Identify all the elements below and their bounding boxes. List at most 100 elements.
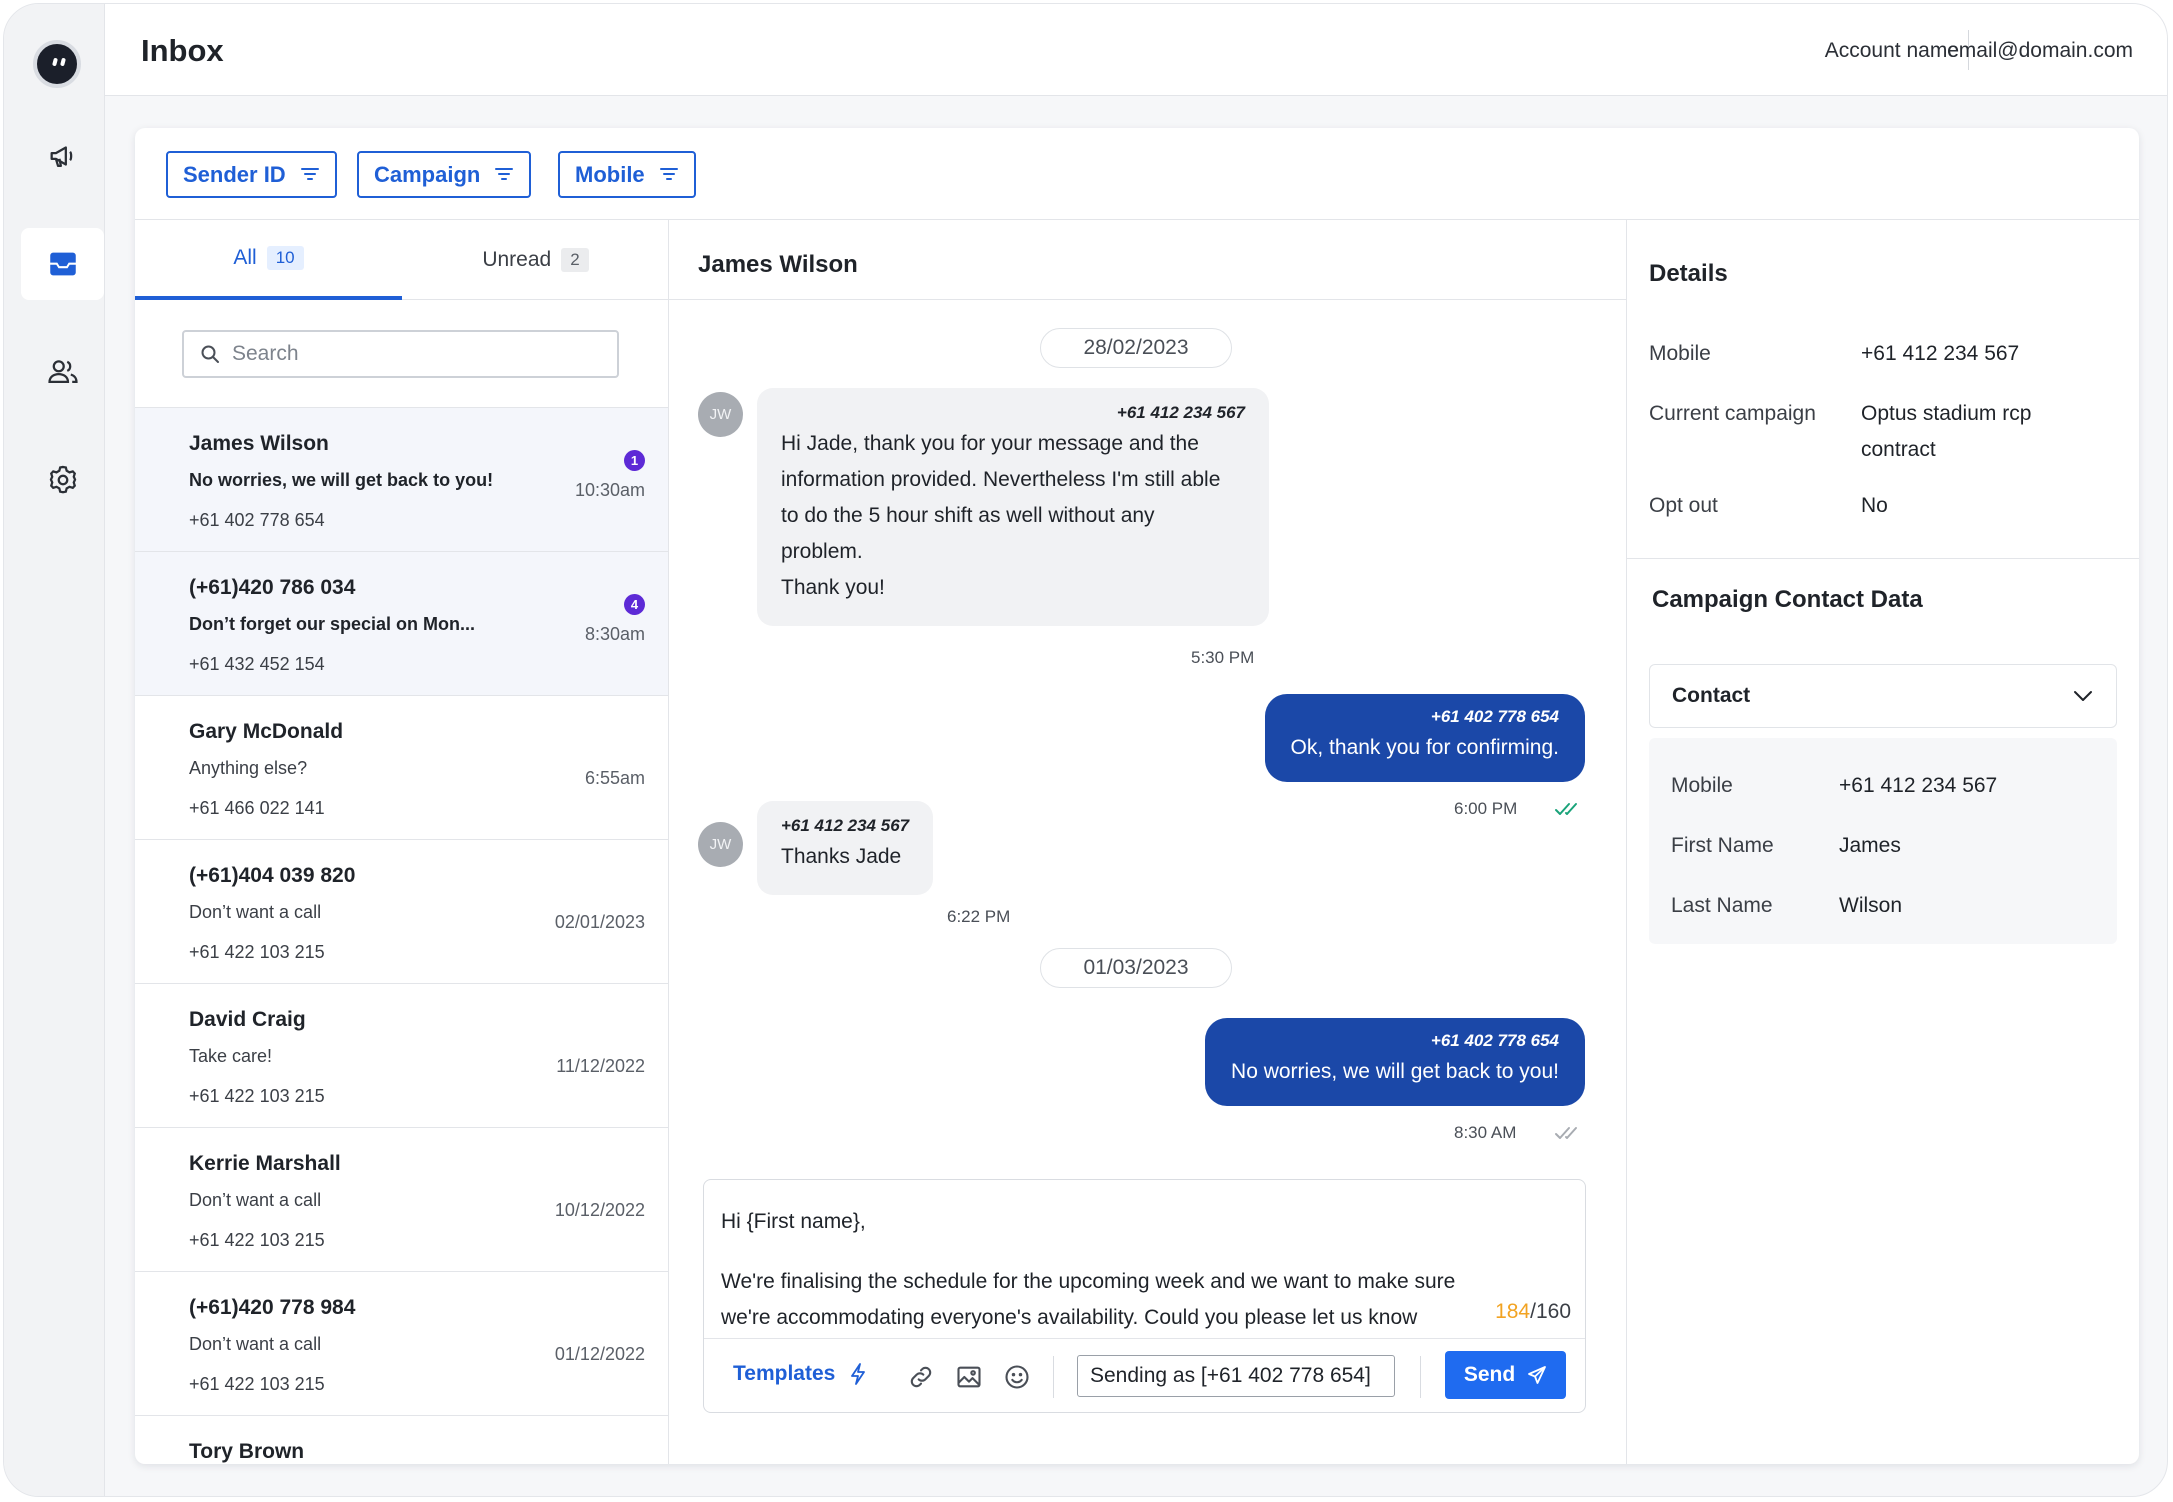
contact-dropdown[interactable]: Contact [1649, 664, 2117, 728]
conversation-item[interactable]: (+61)420 778 984 Don’t want a call 01/12… [135, 1271, 668, 1415]
send-button[interactable]: Send [1445, 1351, 1566, 1399]
conversation-preview: Don’t want a call [189, 902, 322, 922]
conversation-name: James Wilson [189, 432, 329, 455]
dropdown-label: Contact [1672, 684, 1751, 707]
outgoing-message: +61 402 778 654 No worries, we will get … [1205, 1018, 1585, 1106]
filter-icon [300, 167, 319, 180]
contact-value: +61 412 234 567 [1839, 774, 1998, 797]
search-placeholder: Search [232, 342, 299, 365]
conversation-name: Gary McDonald [189, 720, 344, 743]
app-logo[interactable] [33, 40, 81, 88]
character-limit: /160 [1530, 1300, 1571, 1323]
conversation-phone: +61 402 778 654 [189, 510, 325, 530]
contact-value: James [1839, 834, 1901, 857]
composer-line: Hi {First name}, [721, 1210, 866, 1233]
nav-contacts[interactable] [21, 336, 104, 408]
message-sender: +61 402 778 654 [1430, 1031, 1559, 1050]
tab-count-badge: 10 [266, 246, 304, 270]
toolbar-divider [1053, 1356, 1054, 1398]
conversation-item[interactable]: Kerrie Marshall Don’t want a call 10/12/… [135, 1127, 668, 1271]
templates-button[interactable]: Templates [733, 1362, 867, 1386]
details-panel: Details Mobile +61 412 234 567 Current c… [1627, 220, 2139, 1464]
message-textarea[interactable]: Hi {First name}, We're finalising the sc… [721, 1204, 1511, 1336]
conversation-preview: Don’t want a call [189, 1190, 322, 1210]
conversation-phone: +61 466 022 141 [189, 798, 325, 818]
tab-count-badge: 2 [561, 248, 589, 272]
conversation-phone: +61 422 103 215 [189, 1374, 325, 1394]
conversation-preview: No worries, we will get back to you! [189, 470, 494, 490]
inbox-card: Sender ID Campaign Mobile All 10 Unread [135, 128, 2139, 1464]
conversation-item[interactable]: David Craig Take care! 11/12/2022 +61 42… [135, 983, 668, 1127]
link-icon[interactable] [907, 1363, 935, 1391]
contact-data-panel: Mobile +61 412 234 567 First Name James … [1649, 738, 2117, 944]
contact-value: Wilson [1839, 894, 1903, 917]
contact-label: Mobile [1671, 774, 1733, 797]
app-frame: Inbox Account name email@domain.com Send… [3, 3, 2168, 1497]
conversation-item[interactable]: Tory Brown [135, 1415, 668, 1464]
conversation-phone: +61 422 103 215 [189, 1230, 325, 1250]
toolbar-divider [1420, 1356, 1421, 1398]
date-divider: 01/03/2023 [1040, 948, 1232, 988]
nav-campaigns[interactable] [21, 120, 104, 192]
tab-unread[interactable]: Unread 2 [402, 220, 668, 300]
emoji-icon[interactable] [1003, 1363, 1031, 1391]
image-icon[interactable] [955, 1363, 983, 1391]
megaphone-icon [50, 146, 72, 168]
conversation-list: James Wilson 1 No worries, we will get b… [135, 407, 668, 1464]
message-text: Thanks Jade [781, 845, 902, 868]
conversation-time: 11/12/2022 [556, 1056, 645, 1076]
top-header: Inbox Account name email@domain.com [105, 4, 2167, 96]
conversation-name: Kerrie Marshall [189, 1152, 341, 1175]
filter-label: Sender ID [183, 161, 286, 187]
message-line: Thank you! [781, 576, 885, 599]
conversation-name: Tory Brown [189, 1440, 305, 1463]
conversation-name: (+61)420 778 984 [189, 1296, 356, 1319]
conversation-phone: +61 422 103 215 [189, 1086, 325, 1106]
chevron-down-icon [2074, 691, 2092, 701]
lightning-icon [851, 1363, 866, 1385]
nav-inbox[interactable] [21, 228, 104, 300]
campaign-contact-title: Campaign Contact Data [1652, 586, 1923, 613]
unread-badge: 4 [624, 594, 645, 615]
conversation-time: 10/12/2022 [554, 1200, 645, 1220]
conversation-phone: +61 432 452 154 [189, 654, 325, 674]
character-count: 184 [1495, 1300, 1531, 1323]
filter-campaign-button[interactable]: Campaign [357, 151, 532, 198]
conversation-item[interactable]: (+61)420 786 034 4 Don’t forget our spec… [135, 551, 668, 695]
conversation-item[interactable]: James Wilson 1 No worries, we will get b… [135, 407, 668, 551]
filter-sender-id-button[interactable]: Sender ID [166, 151, 337, 198]
incoming-message: +61 412 234 567 Thanks Jade [757, 801, 934, 895]
account-name[interactable]: Account name [1825, 39, 1959, 63]
search-input[interactable]: Search [182, 330, 619, 378]
conversation-name: (+61)404 039 820 [189, 864, 356, 887]
detail-label: Mobile [1649, 342, 1711, 365]
conversation-panel: All 10 Unread 2 Search James Wilson 1 No… [135, 220, 669, 1464]
date-divider: 28/02/2023 [1040, 328, 1232, 368]
send-label: Send [1463, 1363, 1516, 1386]
conversation-name: (+61)420 786 034 [189, 576, 356, 599]
sender-select[interactable]: Sending as [+61 402 778 654] [1077, 1355, 1395, 1397]
detail-value: contract [1861, 438, 1936, 461]
conversation-item[interactable]: (+61)404 039 820 Don’t want a call 02/01… [135, 839, 668, 983]
conversation-time: 02/01/2023 [554, 912, 645, 932]
users-icon [47, 360, 78, 384]
message-composer[interactable]: Hi {First name}, We're finalising the sc… [703, 1179, 1586, 1413]
message-sender: +61 402 778 654 [1430, 707, 1559, 726]
chat-panel: James Wilson 28/02/2023 JW +61 412 234 5… [669, 220, 1627, 1464]
composer-toolbar: Templates Sending as [+61 402 778 654] S… [704, 1338, 1585, 1414]
conversation-item[interactable]: Gary McDonald Anything else? 6:55am +61 … [135, 695, 668, 839]
detail-value: No [1861, 494, 1888, 517]
conversation-preview: Don’t want a call [189, 1334, 322, 1354]
filter-mobile-button[interactable]: Mobile [558, 151, 696, 198]
contact-label: First Name [1671, 834, 1774, 857]
detail-label: Current campaign [1649, 402, 1816, 425]
nav-settings[interactable] [21, 444, 104, 516]
message-line: information provided. Nevertheless I'm s… [781, 468, 1221, 491]
contact-label: Last Name [1671, 894, 1773, 917]
search-icon [201, 345, 219, 363]
filter-bar: Sender ID Campaign Mobile [135, 128, 2139, 220]
conversation-time: 01/12/2022 [554, 1344, 645, 1364]
detail-value: Optus stadium rcp [1861, 402, 2032, 425]
tab-all[interactable]: All 10 [135, 220, 402, 300]
account-email[interactable]: email@domain.com [1947, 39, 2133, 63]
